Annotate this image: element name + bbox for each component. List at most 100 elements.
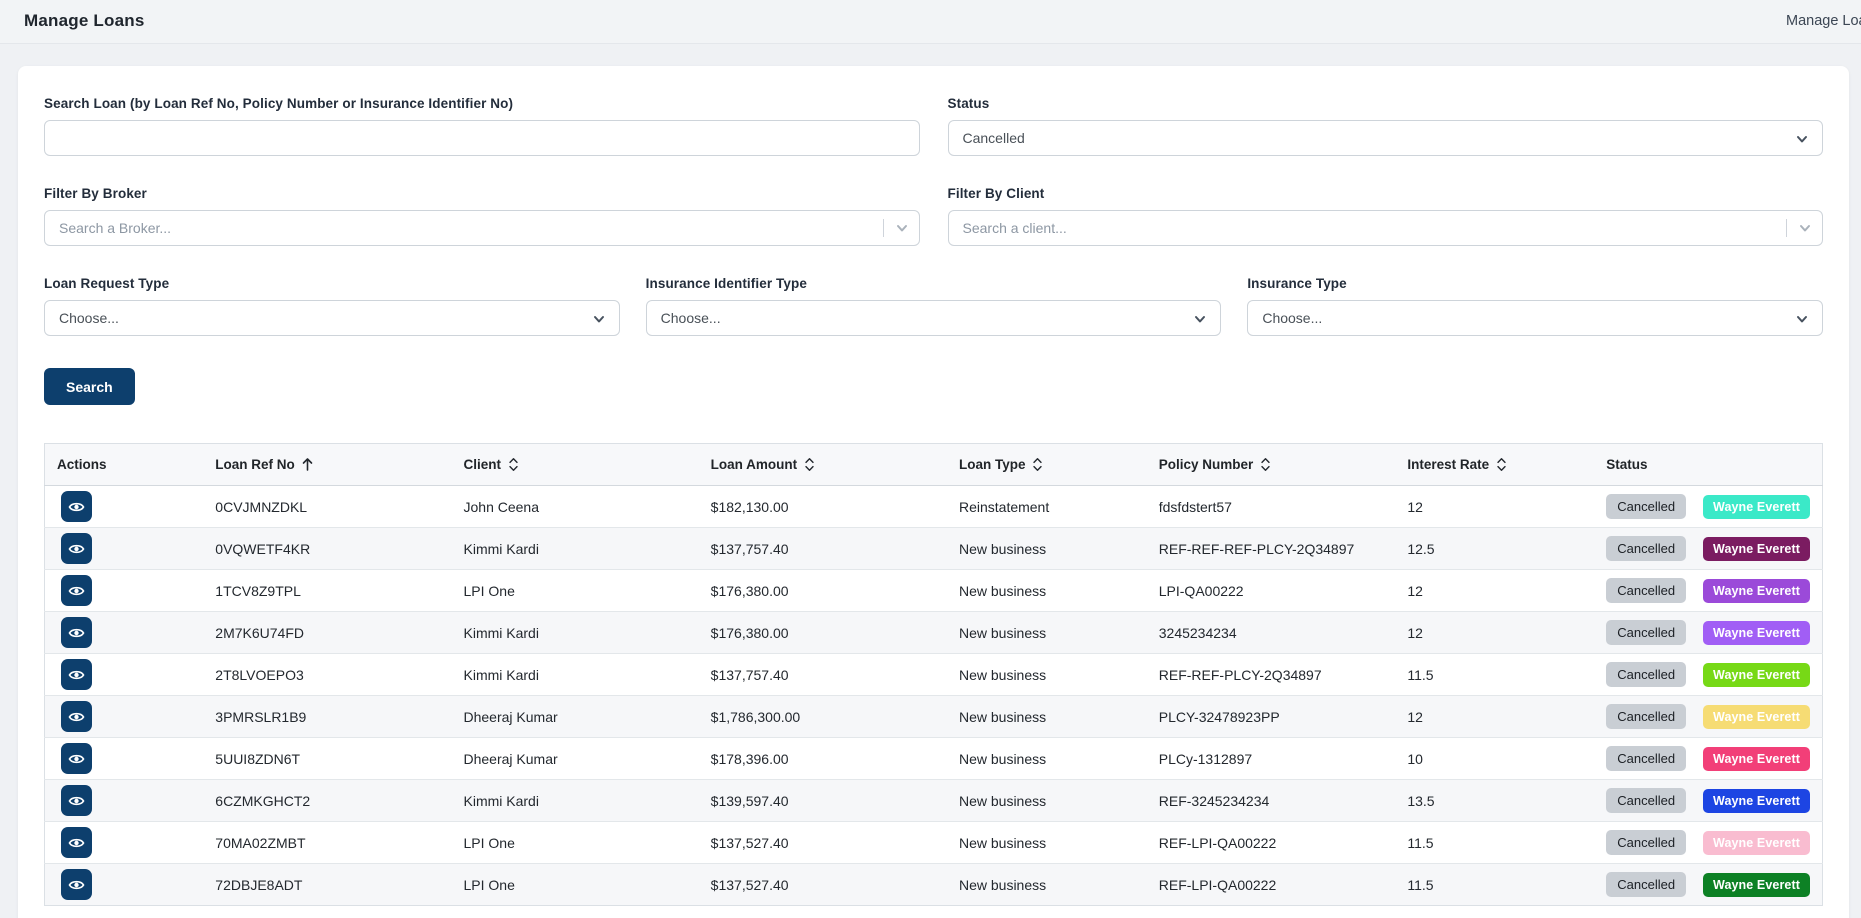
status-badge: Cancelled (1606, 662, 1686, 687)
client-cell: LPI One (452, 864, 699, 906)
view-loan-button[interactable] (61, 533, 92, 564)
policy-number-cell: PLCY-32478923PP (1147, 696, 1396, 738)
eye-icon (68, 584, 85, 598)
status-cell: Cancelled Wayne Everett (1594, 612, 1822, 654)
insurance-identifier-type-select[interactable]: Choose... (646, 300, 1222, 336)
column-header[interactable]: Loan Ref No (203, 444, 451, 486)
sort-asc-icon (302, 457, 313, 472)
interest-rate-cell: 10 (1395, 738, 1594, 780)
client-cell: John Ceena (452, 486, 699, 528)
loan-ref-cell: 2T8LVOEPO3 (203, 654, 451, 696)
policy-number-cell: 3245234234 (1147, 612, 1396, 654)
breadcrumb: Manage Loa (1786, 13, 1861, 29)
view-loan-button[interactable] (61, 869, 92, 900)
interest-rate-cell: 13.5 (1395, 780, 1594, 822)
interest-rate-cell: 11.5 (1395, 822, 1594, 864)
eye-icon (68, 542, 85, 556)
status-badge: Cancelled (1606, 536, 1686, 561)
client-cell: Dheeraj Kumar (452, 738, 699, 780)
client-cell: Kimmi Kardi (452, 780, 699, 822)
chevron-down-icon[interactable] (1798, 221, 1812, 240)
loan-type-cell: Reinstatement (947, 486, 1147, 528)
view-loan-button[interactable] (61, 659, 92, 690)
eye-icon (68, 626, 85, 640)
sort-both-icon (1496, 457, 1507, 472)
chevron-down-icon (1795, 312, 1809, 329)
interest-rate-cell: 12 (1395, 486, 1594, 528)
policy-number-cell: PLCy-1312897 (1147, 738, 1396, 780)
policy-number-cell: LPI-QA00222 (1147, 570, 1396, 612)
policy-number-cell: REF-3245234234 (1147, 780, 1396, 822)
insurance-type-select[interactable]: Choose... (1247, 300, 1823, 336)
eye-icon (68, 836, 85, 850)
table-row: 0VQWETF4KR Kimmi Kardi $137,757.40 New b… (45, 528, 1823, 570)
interest-rate-cell: 12 (1395, 612, 1594, 654)
column-header-label: Actions (57, 457, 107, 472)
column-header-label: Client (464, 457, 502, 472)
broker-badge: Wayne Everett (1703, 789, 1810, 814)
client-group: Filter By Client (948, 186, 1824, 246)
loan-ref-cell: 0VQWETF4KR (203, 528, 451, 570)
loan-amount-cell: $139,597.40 (699, 780, 947, 822)
client-cell: Kimmi Kardi (452, 528, 699, 570)
column-header[interactable]: Client (452, 444, 699, 486)
table-header-row: Actions Loan Ref No Client Loan Amount L… (45, 444, 1823, 486)
loan-ref-cell: 3PMRSLR1B9 (203, 696, 451, 738)
column-header[interactable]: Loan Type (947, 444, 1147, 486)
search-button[interactable]: Search (44, 368, 135, 405)
view-loan-button[interactable] (61, 491, 92, 522)
view-loan-button[interactable] (61, 743, 92, 774)
search-loan-input[interactable] (44, 120, 920, 156)
broker-badge: Wayne Everett (1703, 705, 1810, 730)
eye-icon (68, 500, 85, 514)
chevron-down-icon (1795, 132, 1809, 149)
view-loan-button[interactable] (61, 785, 92, 816)
status-group: Status Cancelled (948, 96, 1824, 156)
status-select[interactable]: Cancelled (948, 120, 1824, 156)
search-loan-label: Search Loan (by Loan Ref No, Policy Numb… (44, 96, 920, 111)
loan-ref-cell: 0CVJMNZDKL (203, 486, 451, 528)
sort-both-icon (804, 457, 815, 472)
column-header[interactable]: Interest Rate (1395, 444, 1594, 486)
loan-request-type-value: Choose... (59, 310, 119, 326)
view-loan-button[interactable] (61, 617, 92, 648)
table-row: 3PMRSLR1B9 Dheeraj Kumar $1,786,300.00 N… (45, 696, 1823, 738)
search-loan-group: Search Loan (by Loan Ref No, Policy Numb… (44, 96, 920, 156)
interest-rate-cell: 11.5 (1395, 654, 1594, 696)
status-label: Status (948, 96, 1824, 111)
loan-ref-cell: 1TCV8Z9TPL (203, 570, 451, 612)
filter-row-1: Search Loan (by Loan Ref No, Policy Numb… (44, 96, 1823, 156)
loan-amount-cell: $178,396.00 (699, 738, 947, 780)
loan-type-cell: New business (947, 780, 1147, 822)
client-cell: LPI One (452, 822, 699, 864)
eye-icon (68, 710, 85, 724)
loan-ref-cell: 72DBJE8ADT (203, 864, 451, 906)
broker-badge: Wayne Everett (1703, 831, 1810, 856)
view-loan-button[interactable] (61, 827, 92, 858)
top-bar: Manage Loans Manage Loa (0, 0, 1861, 44)
status-selected-value: Cancelled (963, 130, 1025, 146)
insurance-type-value: Choose... (1262, 310, 1322, 326)
column-header[interactable]: Loan Amount (699, 444, 947, 486)
loan-request-type-select[interactable]: Choose... (44, 300, 620, 336)
client-search-input[interactable] (948, 210, 1824, 246)
column-header[interactable]: Policy Number (1147, 444, 1396, 486)
status-cell: Cancelled Wayne Everett (1594, 738, 1822, 780)
policy-number-cell: REF-REF-REF-PLCY-2Q34897 (1147, 528, 1396, 570)
status-cell: Cancelled Wayne Everett (1594, 654, 1822, 696)
eye-icon (68, 752, 85, 766)
loan-type-cell: New business (947, 696, 1147, 738)
broker-badge: Wayne Everett (1703, 747, 1810, 772)
broker-search-input[interactable] (44, 210, 920, 246)
broker-badge: Wayne Everett (1703, 663, 1810, 688)
chevron-down-icon[interactable] (895, 221, 909, 240)
loan-amount-cell: $1,786,300.00 (699, 696, 947, 738)
sort-both-icon (508, 457, 519, 472)
view-loan-button[interactable] (61, 575, 92, 606)
column-header-label: Status (1606, 457, 1647, 472)
client-cell: Kimmi Kardi (452, 654, 699, 696)
sort-both-icon (1032, 457, 1043, 472)
table-row: 0CVJMNZDKL John Ceena $182,130.00 Reinst… (45, 486, 1823, 528)
view-loan-button[interactable] (61, 701, 92, 732)
status-badge: Cancelled (1606, 620, 1686, 645)
